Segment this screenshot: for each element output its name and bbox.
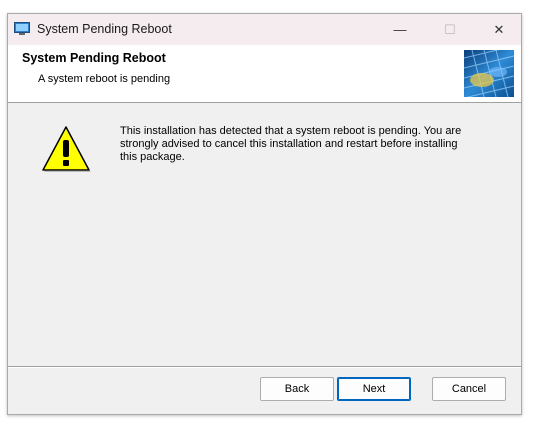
minimize-button[interactable]: — (378, 14, 422, 45)
header-title: System Pending Reboot (22, 51, 166, 65)
close-button[interactable]: ✕ (477, 14, 521, 45)
pending-reboot-message: This installation has detected that a sy… (120, 125, 462, 163)
footer-divider (8, 366, 521, 368)
warning-icon (42, 126, 91, 172)
header-subtitle: A system reboot is pending (38, 73, 171, 85)
maximize-button[interactable]: ☐ (428, 14, 472, 45)
next-button[interactable]: Next (337, 377, 411, 401)
installer-icon (14, 22, 30, 35)
back-button[interactable]: Back (260, 377, 334, 401)
window-title: System Pending Reboot (37, 22, 172, 36)
header-panel: System Pending Reboot A system reboot is… (8, 45, 521, 103)
title-bar[interactable]: System Pending Reboot — ☐ ✕ (8, 14, 521, 45)
installer-banner-icon (464, 50, 514, 97)
installer-window: System Pending Reboot — ☐ ✕ System Pendi… (7, 13, 522, 415)
cancel-button[interactable]: Cancel (432, 377, 506, 401)
